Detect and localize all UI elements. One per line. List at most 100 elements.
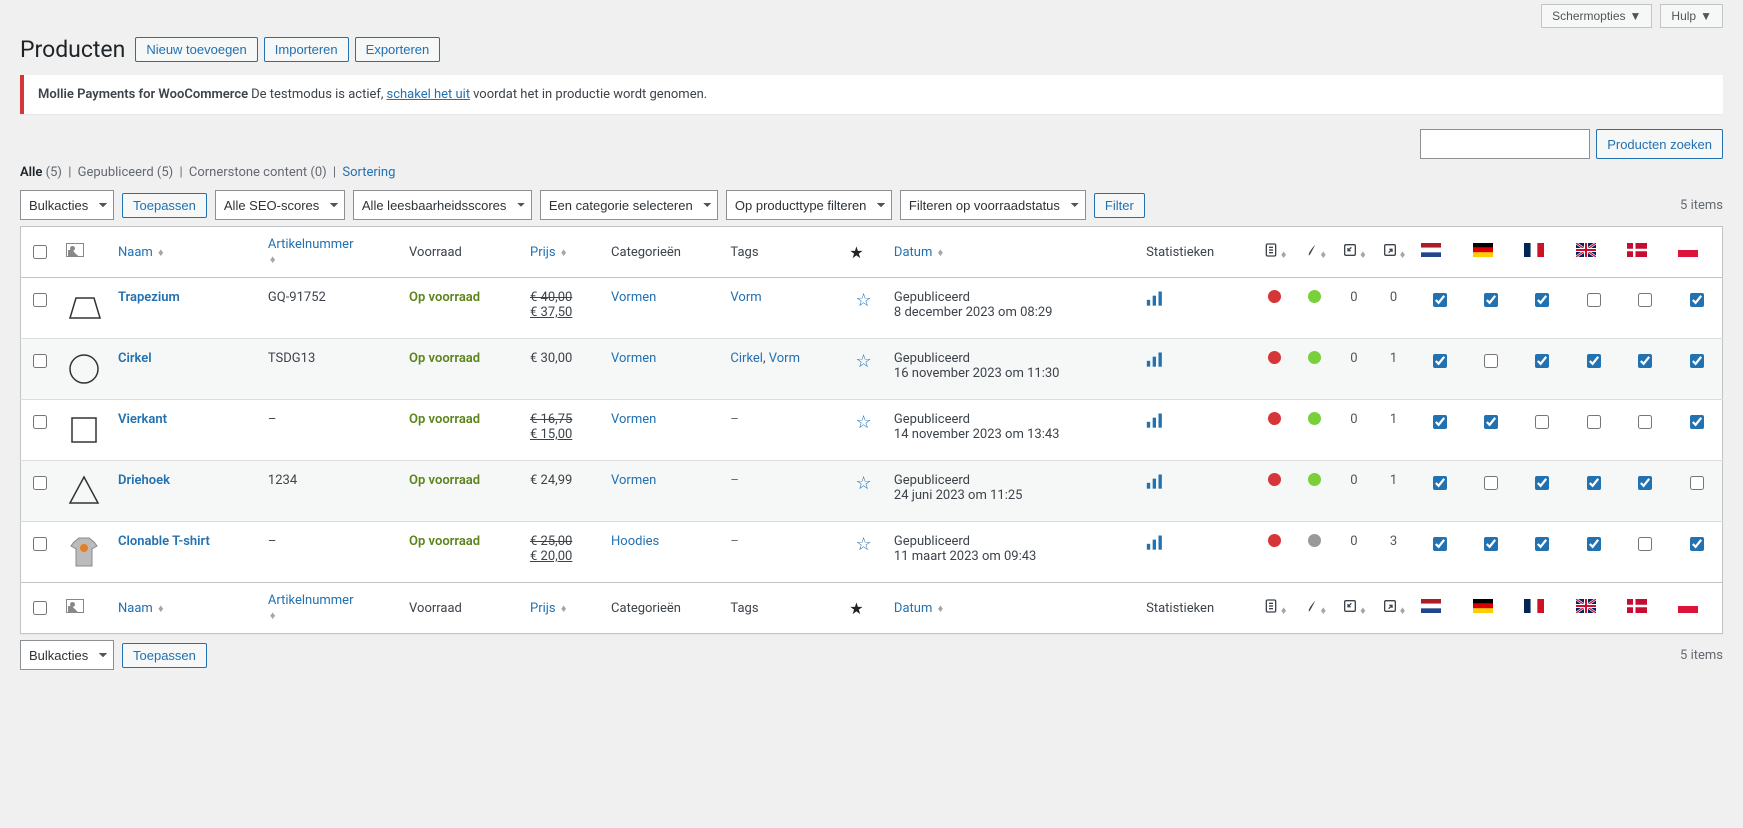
product-thumbnail[interactable] [66, 290, 102, 326]
featured-toggle[interactable]: ☆ [856, 290, 872, 311]
column-sku-sort[interactable]: Artikelnummer♦ [268, 237, 354, 267]
product-thumbnail[interactable] [66, 473, 102, 509]
translation-checkbox-dk[interactable] [1638, 293, 1652, 307]
view-filters: Alle (5) | Gepubliceerd (5) | Cornerston… [20, 165, 1723, 180]
view-sorting-link[interactable]: Sortering [342, 165, 395, 180]
translation-checkbox-de[interactable] [1484, 293, 1498, 307]
product-stock-status: Op voorraad [409, 473, 480, 488]
translation-checkbox-fr[interactable] [1535, 476, 1549, 490]
bulk-actions-select[interactable]: Bulkacties [20, 190, 114, 220]
stats-icon[interactable] [1146, 297, 1166, 312]
translation-checkbox-de[interactable] [1484, 537, 1498, 551]
column-date-sort[interactable]: Datum ♦ [894, 245, 943, 260]
product-search-input[interactable] [1420, 129, 1590, 159]
translation-checkbox-dk[interactable] [1638, 537, 1652, 551]
product-category-link[interactable]: Hoodies [611, 534, 659, 549]
featured-toggle[interactable]: ☆ [856, 412, 872, 433]
help-button[interactable]: Hulp ▼ [1660, 4, 1723, 28]
product-date-status: Gepubliceerd [894, 473, 1130, 488]
product-name-link[interactable]: Clonable T-shirt [118, 534, 210, 549]
product-name-link[interactable]: Vierkant [118, 412, 167, 427]
bulk-apply-button[interactable]: Toepassen [122, 193, 207, 218]
column-sku-sort[interactable]: Artikelnummer♦ [268, 593, 354, 623]
column-name-sort[interactable]: Naam ♦ [118, 245, 164, 260]
product-category-link[interactable]: Vormen [611, 351, 656, 366]
product-thumbnail[interactable] [66, 412, 102, 448]
translation-checkbox-nl[interactable] [1433, 537, 1447, 551]
translation-checkbox-gb[interactable] [1587, 293, 1601, 307]
translation-checkbox-pl[interactable] [1690, 293, 1704, 307]
flag-nl-header [1413, 227, 1464, 278]
product-name-link[interactable]: Trapezium [118, 290, 180, 305]
translation-checkbox-gb[interactable] [1587, 537, 1601, 551]
import-button[interactable]: Importeren [264, 37, 349, 62]
category-filter[interactable]: Een categorie selecteren [540, 190, 718, 220]
translation-checkbox-fr[interactable] [1535, 354, 1549, 368]
view-cornerstone-link[interactable]: Cornerstone content [189, 165, 307, 180]
column-price-sort[interactable]: Prijs ♦ [530, 601, 566, 616]
stock-status-filter[interactable]: Filteren op voorraadstatus [900, 190, 1086, 220]
featured-toggle[interactable]: ☆ [856, 534, 872, 555]
translation-checkbox-gb[interactable] [1587, 476, 1601, 490]
translation-checkbox-dk[interactable] [1638, 415, 1652, 429]
view-published-link[interactable]: Gepubliceerd (5) [78, 165, 174, 180]
seo-score-filter[interactable]: Alle SEO-scores [215, 190, 345, 220]
product-thumbnail[interactable] [66, 351, 102, 387]
featured-toggle[interactable]: ☆ [856, 351, 872, 372]
product-name-link[interactable]: Driehoek [118, 473, 170, 488]
bulk-apply-button-bottom[interactable]: Toepassen [122, 643, 207, 668]
translation-checkbox-fr[interactable] [1535, 537, 1549, 551]
readability-filter[interactable]: Alle leesbaarheidsscores [353, 190, 532, 220]
select-row-checkbox[interactable] [33, 354, 47, 368]
translation-checkbox-de[interactable] [1484, 476, 1498, 490]
outgoing-links-count: 1 [1374, 339, 1414, 400]
product-sku: TSDG13 [260, 339, 401, 400]
translation-checkbox-nl[interactable] [1433, 415, 1447, 429]
stats-icon[interactable] [1146, 541, 1166, 556]
select-row-checkbox[interactable] [33, 476, 47, 490]
filter-button[interactable]: Filter [1094, 193, 1145, 218]
translation-checkbox-de[interactable] [1484, 354, 1498, 368]
product-tag-link[interactable]: Vorm [769, 351, 800, 366]
product-tag-link[interactable]: Vorm [730, 290, 761, 305]
translation-checkbox-pl[interactable] [1690, 476, 1704, 490]
product-category-link[interactable]: Vormen [611, 290, 656, 305]
stats-icon[interactable] [1146, 419, 1166, 434]
product-category-link[interactable]: Vormen [611, 473, 656, 488]
stats-icon[interactable] [1146, 358, 1166, 373]
export-button[interactable]: Exporteren [355, 37, 441, 62]
product-name-link[interactable]: Cirkel [118, 351, 152, 366]
bulk-actions-select-bottom[interactable]: Bulkacties [20, 640, 114, 670]
stats-icon[interactable] [1146, 480, 1166, 495]
select-all-checkbox[interactable] [33, 601, 47, 615]
select-row-checkbox[interactable] [33, 537, 47, 551]
column-price-sort[interactable]: Prijs ♦ [530, 245, 566, 260]
select-row-checkbox[interactable] [33, 415, 47, 429]
column-date-sort[interactable]: Datum ♦ [894, 601, 943, 616]
translation-checkbox-nl[interactable] [1433, 476, 1447, 490]
translation-checkbox-pl[interactable] [1690, 537, 1704, 551]
product-tag-link[interactable]: Cirkel [730, 351, 763, 366]
product-type-filter[interactable]: Op producttype filteren [726, 190, 892, 220]
column-name-sort[interactable]: Naam ♦ [118, 601, 164, 616]
translation-checkbox-dk[interactable] [1638, 476, 1652, 490]
translation-checkbox-de[interactable] [1484, 415, 1498, 429]
translation-checkbox-fr[interactable] [1535, 293, 1549, 307]
select-all-checkbox[interactable] [33, 245, 47, 259]
translation-checkbox-fr[interactable] [1535, 415, 1549, 429]
translation-checkbox-nl[interactable] [1433, 293, 1447, 307]
disable-testmode-link[interactable]: schakel het uit [387, 87, 471, 102]
select-row-checkbox[interactable] [33, 293, 47, 307]
product-thumbnail[interactable] [66, 534, 102, 570]
screen-options-button[interactable]: Schermopties ▼ [1541, 4, 1652, 28]
product-search-button[interactable]: Producten zoeken [1596, 129, 1723, 159]
translation-checkbox-pl[interactable] [1690, 354, 1704, 368]
add-new-button[interactable]: Nieuw toevoegen [135, 37, 257, 62]
translation-checkbox-gb[interactable] [1587, 415, 1601, 429]
product-category-link[interactable]: Vormen [611, 412, 656, 427]
translation-checkbox-nl[interactable] [1433, 354, 1447, 368]
translation-checkbox-pl[interactable] [1690, 415, 1704, 429]
featured-toggle[interactable]: ☆ [856, 473, 872, 494]
translation-checkbox-gb[interactable] [1587, 354, 1601, 368]
translation-checkbox-dk[interactable] [1638, 354, 1652, 368]
